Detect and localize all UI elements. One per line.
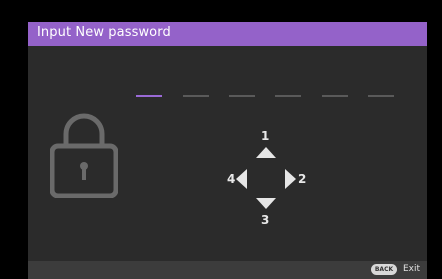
down-arrow-icon[interactable] [256, 198, 276, 209]
password-dialog: Input New password 1 4 2 3 BACK Exit [28, 22, 427, 279]
footer-bar: BACK Exit [28, 261, 427, 279]
keypad-right-number: 2 [298, 172, 307, 186]
password-slot-4 [275, 95, 301, 97]
right-arrow-icon[interactable] [285, 169, 296, 189]
exit-label[interactable]: Exit [403, 264, 420, 274]
password-slot-2 [183, 95, 209, 97]
password-slot-6 [368, 95, 394, 97]
left-arrow-icon[interactable] [236, 169, 247, 189]
up-arrow-icon[interactable] [256, 147, 276, 158]
title-bar: Input New password [28, 22, 427, 46]
password-slot-3 [229, 95, 255, 97]
dialog-title: Input New password [37, 25, 171, 40]
keypad-up-number: 1 [261, 129, 270, 143]
lock-icon [50, 113, 118, 198]
back-button[interactable]: BACK [371, 264, 397, 275]
keypad-left-number: 4 [227, 172, 236, 186]
keypad-down-number: 3 [261, 213, 270, 227]
password-slot-5 [322, 95, 348, 97]
password-slot-1 [136, 95, 162, 97]
